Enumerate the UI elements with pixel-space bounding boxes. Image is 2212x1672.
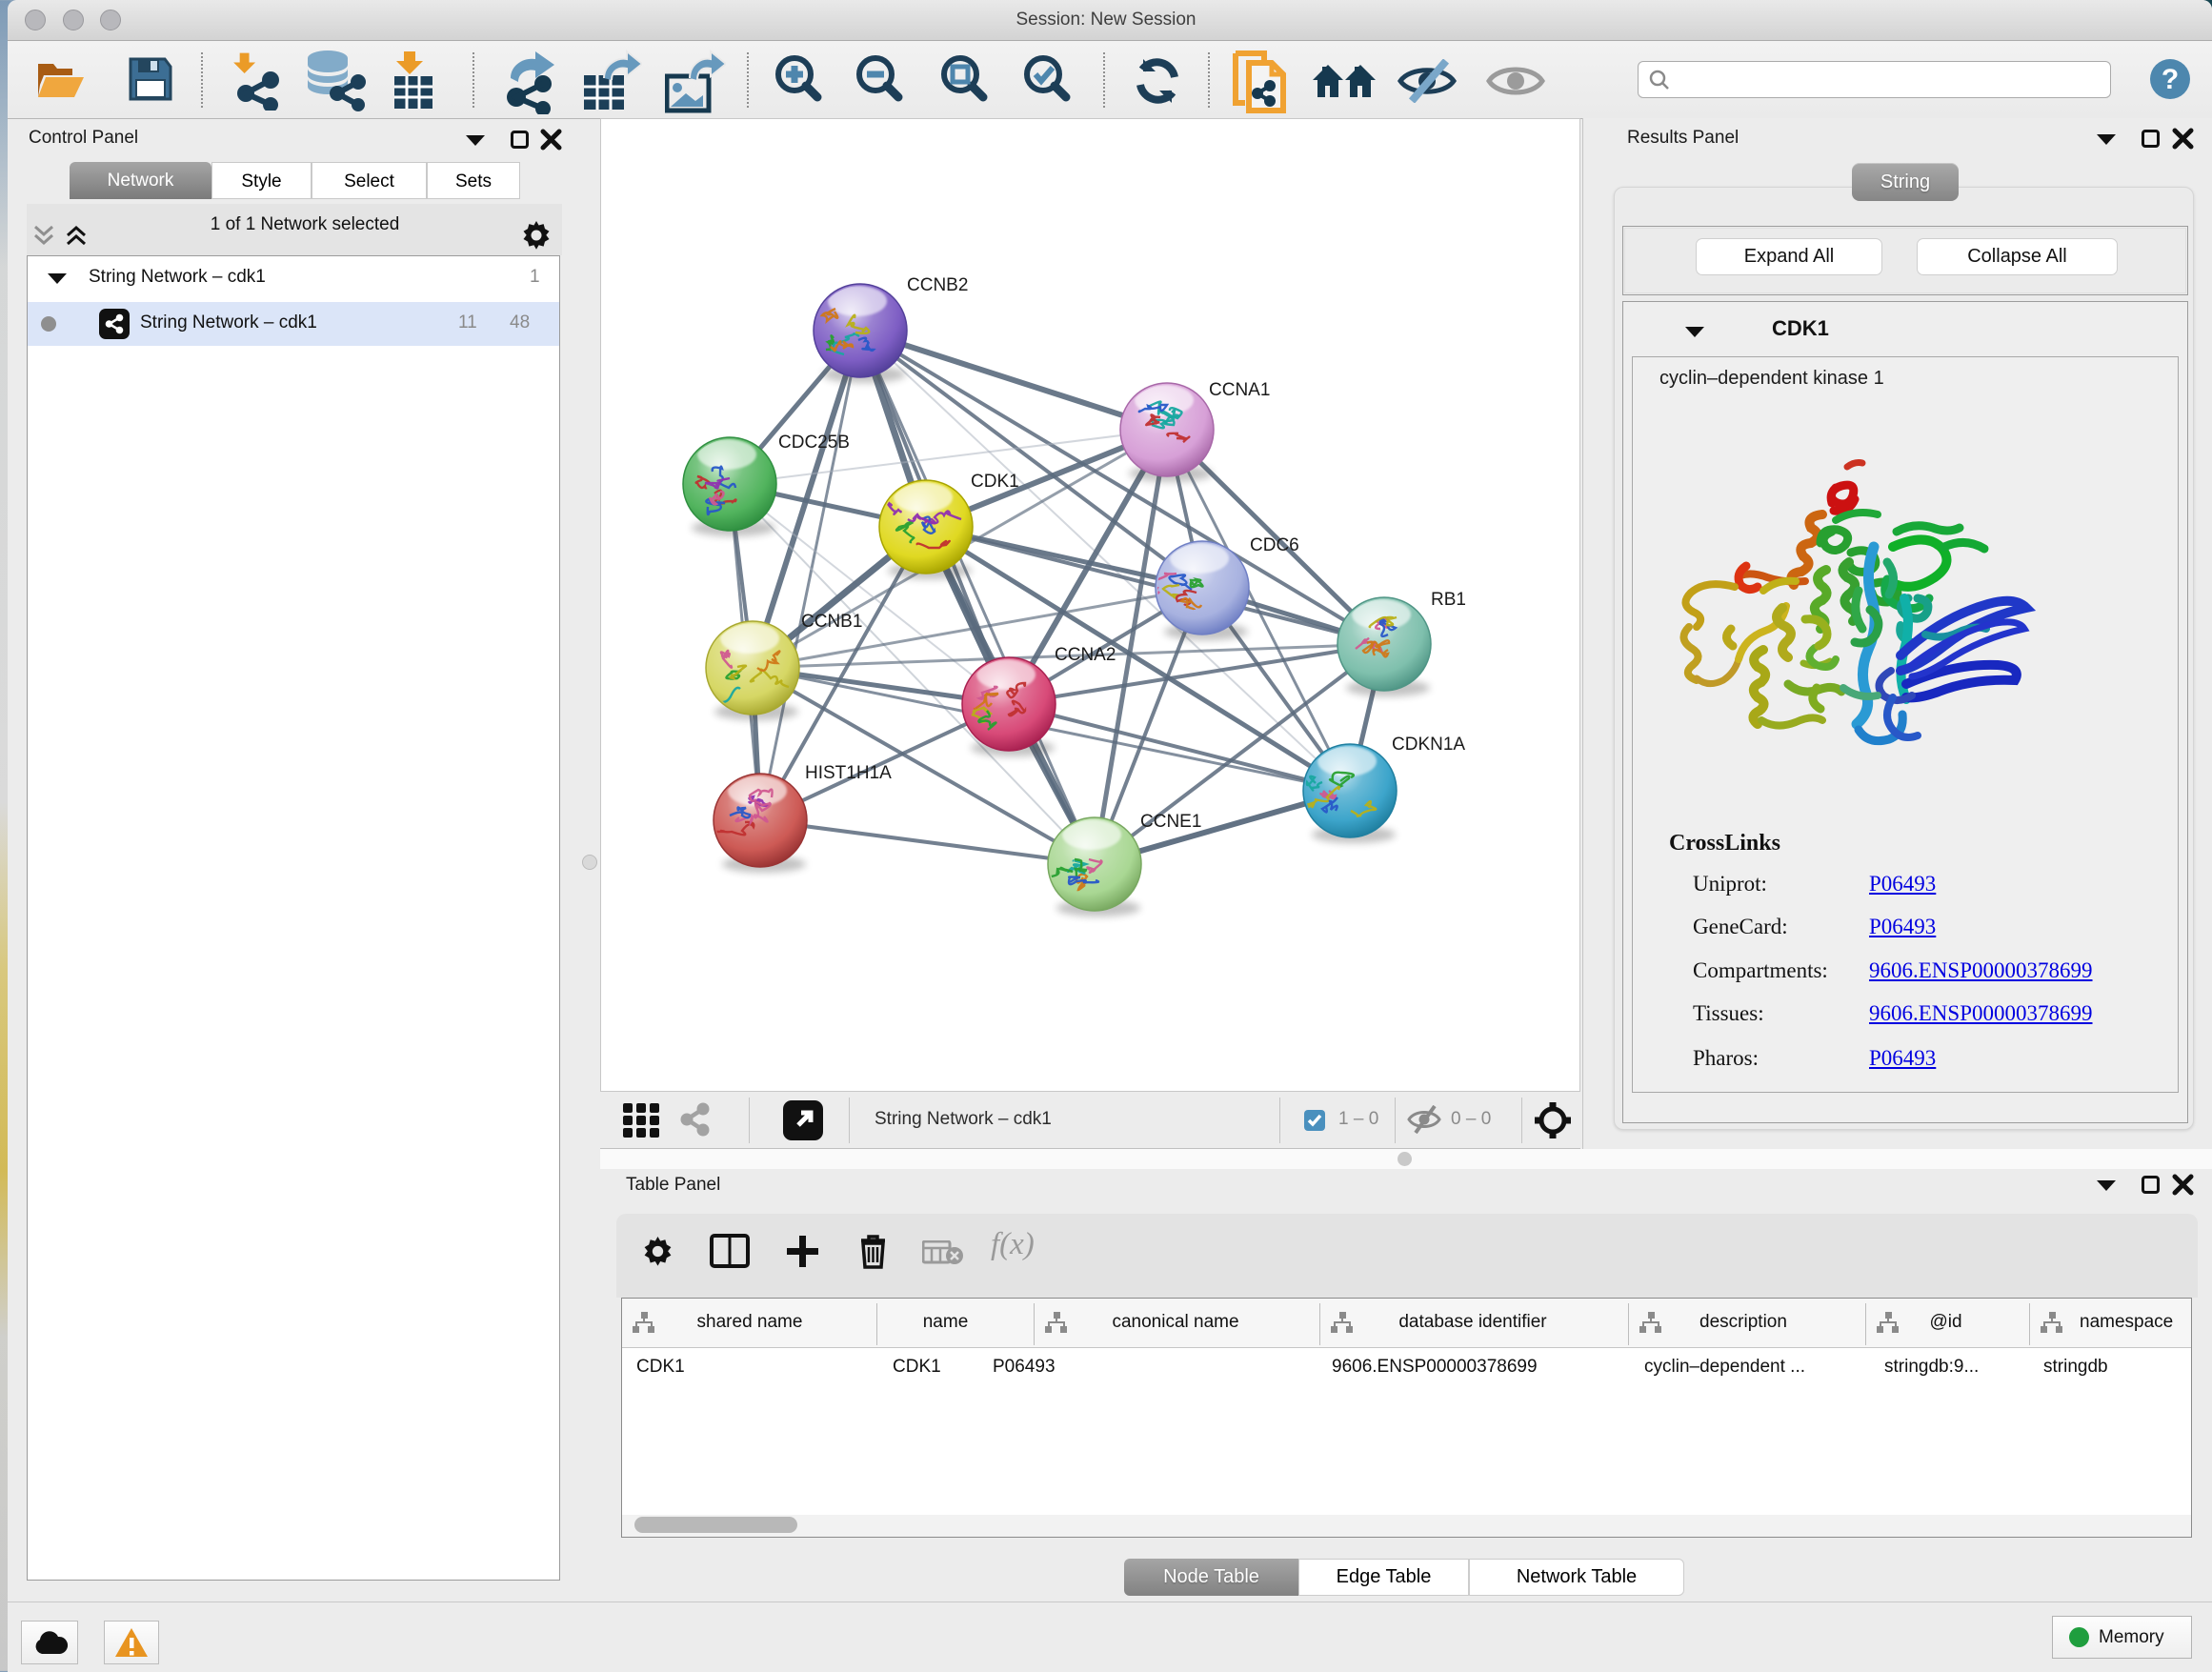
svg-text:CCNB1: CCNB1 [801, 612, 862, 632]
svg-text:RB1: RB1 [1431, 590, 1466, 610]
svg-text:CDKN1A: CDKN1A [1392, 735, 1465, 755]
svg-text:CDC6: CDC6 [1250, 535, 1299, 555]
svg-text:CCNA1: CCNA1 [1209, 380, 1270, 400]
svg-text:CCNB2: CCNB2 [907, 275, 968, 295]
svg-text:?: ? [2162, 64, 2179, 95]
svg-text:CDC25B: CDC25B [778, 433, 850, 453]
svg-text:CCNE1: CCNE1 [1140, 812, 1201, 832]
svg-text:CDK1: CDK1 [971, 472, 1019, 492]
svg-text:CCNA2: CCNA2 [1055, 645, 1116, 665]
svg-text:HIST1H1A: HIST1H1A [805, 763, 892, 783]
